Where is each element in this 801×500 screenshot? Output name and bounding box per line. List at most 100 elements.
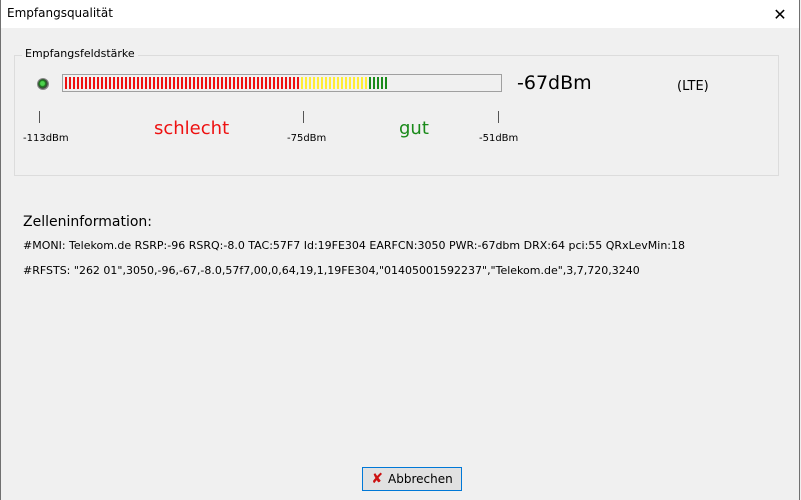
meter-segment: [385, 77, 387, 89]
meter-segment: [309, 77, 311, 89]
tick-mark-mid: [303, 111, 304, 123]
meter-segment: [289, 77, 291, 89]
signal-meter-fill: [65, 77, 387, 89]
tick-label-max: -51dBm: [479, 133, 519, 144]
meter-segment: [185, 77, 187, 89]
meter-segment: [69, 77, 71, 89]
cancel-button[interactable]: ✘ Abbrechen: [362, 467, 462, 491]
meter-segment: [257, 77, 259, 89]
window-title: Empfangsqualität: [7, 6, 113, 20]
meter-segment: [265, 77, 267, 89]
meter-segment: [293, 77, 295, 89]
meter-segment: [369, 77, 371, 89]
meter-segment: [81, 77, 83, 89]
meter-segment: [249, 77, 251, 89]
meter-segment: [109, 77, 111, 89]
network-technology: (LTE): [677, 79, 709, 94]
meter-segment: [197, 77, 199, 89]
tick-mark-max: [498, 111, 499, 123]
meter-segment: [93, 77, 95, 89]
meter-segment: [117, 77, 119, 89]
cell-info-moni: #MONI: Telekom.de RSRP:-96 RSRQ:-8.0 TAC…: [23, 239, 686, 252]
meter-segment: [241, 77, 243, 89]
meter-segment: [277, 77, 279, 89]
meter-segment: [325, 77, 327, 89]
meter-segment: [181, 77, 183, 89]
meter-segment: [97, 77, 99, 89]
meter-segment: [381, 77, 383, 89]
meter-segment: [377, 77, 379, 89]
meter-segment: [313, 77, 315, 89]
close-button[interactable]: ✕: [761, 0, 799, 28]
meter-segment: [245, 77, 247, 89]
dialog-window: Empfangsqualität ✕ Empfangsfeldstärke -6…: [0, 0, 800, 500]
meter-segment: [145, 77, 147, 89]
tick-mark-min: [39, 111, 40, 123]
meter-segment: [341, 77, 343, 89]
meter-segment: [125, 77, 127, 89]
meter-segment: [281, 77, 283, 89]
meter-segment: [133, 77, 135, 89]
meter-segment: [345, 77, 347, 89]
meter-segment: [373, 77, 375, 89]
meter-segment: [261, 77, 263, 89]
meter-segment: [85, 77, 87, 89]
title-bar: Empfangsqualität ✕: [1, 0, 799, 28]
meter-segment: [233, 77, 235, 89]
meter-segment: [317, 77, 319, 89]
meter-segment: [349, 77, 351, 89]
close-icon: ✘: [371, 471, 384, 487]
meter-segment: [89, 77, 91, 89]
meter-segment: [153, 77, 155, 89]
meter-segment: [365, 77, 367, 89]
meter-segment: [229, 77, 231, 89]
meter-segment: [305, 77, 307, 89]
meter-segment: [225, 77, 227, 89]
meter-segment: [65, 77, 67, 89]
meter-segment: [221, 77, 223, 89]
meter-segment: [237, 77, 239, 89]
meter-segment: [157, 77, 159, 89]
tick-label-mid: -75dBm: [287, 133, 327, 144]
meter-segment: [165, 77, 167, 89]
meter-segment: [129, 77, 131, 89]
meter-segment: [77, 77, 79, 89]
meter-segment: [337, 77, 339, 89]
meter-segment: [73, 77, 75, 89]
meter-segment: [189, 77, 191, 89]
meter-segment: [101, 77, 103, 89]
signal-group-label: Empfangsfeldstärke: [22, 47, 138, 60]
meter-segment: [121, 77, 123, 89]
meter-segment: [357, 77, 359, 89]
meter-segment: [297, 77, 299, 89]
meter-segment: [353, 77, 355, 89]
good-quality-label: gut: [399, 118, 429, 139]
signal-meter: [62, 74, 502, 92]
meter-segment: [361, 77, 363, 89]
meter-segment: [193, 77, 195, 89]
status-led-icon: [37, 78, 49, 90]
meter-segment: [201, 77, 203, 89]
meter-segment: [301, 77, 303, 89]
signal-value: -67dBm: [517, 72, 592, 94]
meter-segment: [213, 77, 215, 89]
meter-segment: [161, 77, 163, 89]
meter-segment: [113, 77, 115, 89]
meter-segment: [285, 77, 287, 89]
meter-segment: [253, 77, 255, 89]
cell-info-heading: Zelleninformation:: [23, 214, 152, 230]
meter-segment: [173, 77, 175, 89]
meter-segment: [333, 77, 335, 89]
meter-segment: [177, 77, 179, 89]
meter-segment: [321, 77, 323, 89]
meter-segment: [169, 77, 171, 89]
meter-segment: [141, 77, 143, 89]
meter-segment: [209, 77, 211, 89]
bad-quality-label: schlecht: [154, 118, 230, 139]
meter-segment: [205, 77, 207, 89]
meter-segment: [273, 77, 275, 89]
cancel-button-label: Abbrechen: [388, 472, 453, 486]
meter-segment: [269, 77, 271, 89]
meter-segment: [149, 77, 151, 89]
meter-segment: [137, 77, 139, 89]
